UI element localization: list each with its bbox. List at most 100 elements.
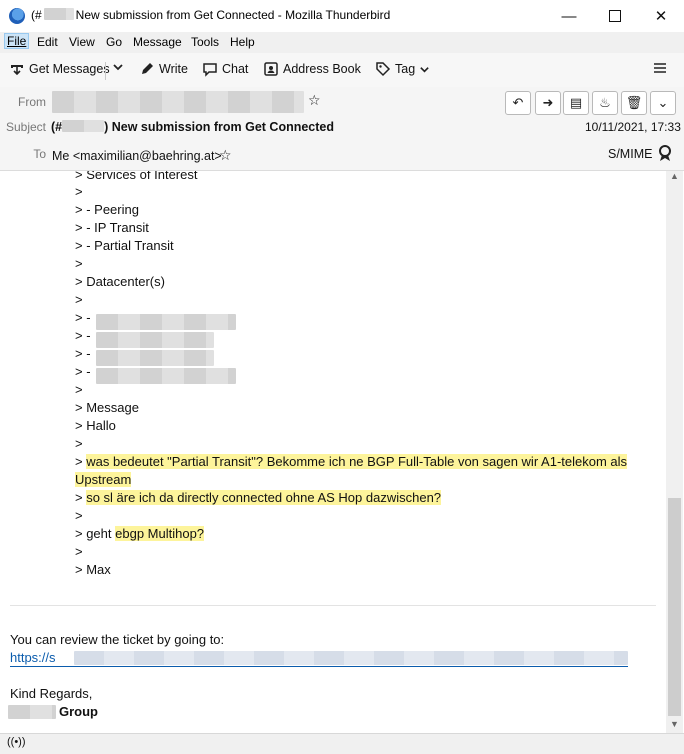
vertical-scrollbar[interactable]: ▲ ▼ xyxy=(666,171,683,733)
get-messages-button[interactable]: Get Messages xyxy=(9,61,110,77)
quote-line: > xyxy=(75,382,83,397)
address-book-button[interactable]: Address Book xyxy=(263,61,361,77)
address-book-icon xyxy=(264,62,278,76)
chat-label: Chat xyxy=(222,62,249,76)
signature-divider xyxy=(10,605,656,606)
online-status-icon[interactable]: ((•)) xyxy=(7,736,26,748)
reply-button[interactable]: ↶ xyxy=(505,91,531,115)
highlighted-text: was bedeutet "Partial Transit"? Bekomme … xyxy=(86,454,628,469)
quote-line: > geht ebgp Multihop? xyxy=(75,526,205,541)
scroll-up-icon[interactable]: ▲ xyxy=(670,171,679,181)
tag-button[interactable]: Tag xyxy=(375,61,430,77)
quote-line: > xyxy=(75,184,83,199)
trash-icon: 🗑 xyxy=(625,95,643,110)
junk-button[interactable]: ♨ xyxy=(592,91,618,115)
toolbar-separator xyxy=(105,62,106,80)
quote-line: > Message xyxy=(75,400,139,415)
smime-label[interactable]: S/MIME xyxy=(608,147,652,161)
chevron-down-icon xyxy=(113,64,123,71)
window-title: (# New submission from Get Connected - Mo… xyxy=(31,8,391,22)
to-value[interactable]: Me <maximilian@baehring.at> xyxy=(52,149,222,163)
to-label: To xyxy=(33,147,46,161)
quote-line: Upstream xyxy=(75,471,132,489)
address-book-label: Address Book xyxy=(283,62,361,76)
more-button[interactable]: ⌄ xyxy=(650,91,676,115)
tag-icon xyxy=(376,62,391,77)
close-button[interactable]: ✕ xyxy=(638,0,684,32)
quote-line: > - xyxy=(75,346,91,361)
quote-line: > - xyxy=(75,328,91,343)
hamburger-menu-icon xyxy=(654,63,666,73)
redacted-datacenter xyxy=(96,314,236,330)
regards-text: Kind Regards, xyxy=(10,686,93,701)
quote-line: > Services of Interest xyxy=(75,171,198,182)
star-icon[interactable]: ☆ xyxy=(308,92,321,109)
maximize-icon xyxy=(609,10,621,22)
forward-button[interactable]: ➜ xyxy=(535,91,561,115)
quote-line: > Max xyxy=(75,562,111,577)
reply-icon: ↶ xyxy=(512,95,524,110)
quote-line: > Datacenter(s) xyxy=(75,274,165,289)
quote-line: > - Partial Transit xyxy=(75,238,174,253)
archive-button[interactable]: ▤ xyxy=(563,91,589,115)
archive-icon: ▤ xyxy=(569,95,583,110)
app-menu-button[interactable] xyxy=(653,61,667,75)
quote-line: > xyxy=(75,292,83,307)
redacted-datacenter xyxy=(96,368,236,384)
message-header: From ☆ ↶ ➜ ▤ ♨ 🗑 ⌄ Subject (#) New submi… xyxy=(0,87,684,171)
quote-line: > was bedeutet "Partial Transit"? Bekomm… xyxy=(75,454,628,469)
quote-line: > - xyxy=(75,310,91,325)
redacted-link xyxy=(74,651,628,665)
menu-message[interactable]: Message xyxy=(133,35,182,49)
thunderbird-app-icon xyxy=(9,8,25,24)
minimize-button[interactable]: — xyxy=(546,0,592,32)
quote-line: > xyxy=(75,256,83,271)
chat-bubble-icon xyxy=(203,63,217,77)
write-button[interactable]: Write xyxy=(139,61,188,77)
redacted-datacenter xyxy=(96,350,214,366)
menu-file[interactable]: File xyxy=(3,33,30,49)
certificate-icon[interactable] xyxy=(657,144,673,162)
menu-tools[interactable]: Tools xyxy=(191,35,219,49)
company-group-label: Group xyxy=(59,704,98,719)
main-toolbar: Get Messages Write Chat Address Book Tag xyxy=(0,53,684,88)
menu-view[interactable]: View xyxy=(69,35,95,49)
star-icon[interactable]: ☆ xyxy=(219,147,232,164)
chevron-down-icon: ⌄ xyxy=(657,95,669,110)
chat-button[interactable]: Chat xyxy=(202,61,248,77)
get-messages-dropdown[interactable] xyxy=(112,61,124,73)
quote-line: > Hallo xyxy=(75,418,116,433)
menu-edit[interactable]: Edit xyxy=(37,35,58,49)
close-icon: ✕ xyxy=(654,8,668,25)
quote-line: > - IP Transit xyxy=(75,220,149,235)
tag-label: Tag xyxy=(395,62,416,76)
title-bar: (# New submission from Get Connected - Mo… xyxy=(0,0,684,33)
get-messages-label: Get Messages xyxy=(29,62,110,76)
review-text: You can review the ticket by going to: xyxy=(10,632,225,647)
from-label: From xyxy=(18,95,46,109)
quote-line: > so sl äre ich da directly connected oh… xyxy=(75,490,442,505)
menu-bar: File Edit View Go Message Tools Help xyxy=(0,32,684,53)
scroll-down-icon[interactable]: ▼ xyxy=(670,719,679,729)
delete-button[interactable]: 🗑 xyxy=(621,91,647,115)
from-redacted xyxy=(52,91,304,113)
download-icon xyxy=(11,65,23,76)
ticket-link[interactable]: https://s xyxy=(10,650,628,667)
menu-go[interactable]: Go xyxy=(106,35,122,49)
pencil-icon xyxy=(142,63,153,74)
subject-label: Subject xyxy=(5,120,46,134)
menu-help[interactable]: Help xyxy=(230,35,255,49)
flame-icon: ♨ xyxy=(599,95,611,110)
chevron-down-icon xyxy=(420,66,429,73)
quote-line: > - xyxy=(75,364,91,379)
minimize-icon: — xyxy=(561,7,577,25)
scrollbar-thumb[interactable] xyxy=(668,498,681,716)
highlighted-text: so sl äre ich da directly connected ohne… xyxy=(86,490,442,505)
subject-value: (#) New submission from Get Connected xyxy=(51,120,335,134)
quote-line: > xyxy=(75,436,83,451)
highlighted-text: Upstream xyxy=(75,472,132,487)
maximize-button[interactable] xyxy=(592,0,638,32)
write-label: Write xyxy=(159,62,188,76)
date-value: 10/11/2021, 17:33 xyxy=(585,120,681,134)
quote-line: > xyxy=(75,508,83,523)
